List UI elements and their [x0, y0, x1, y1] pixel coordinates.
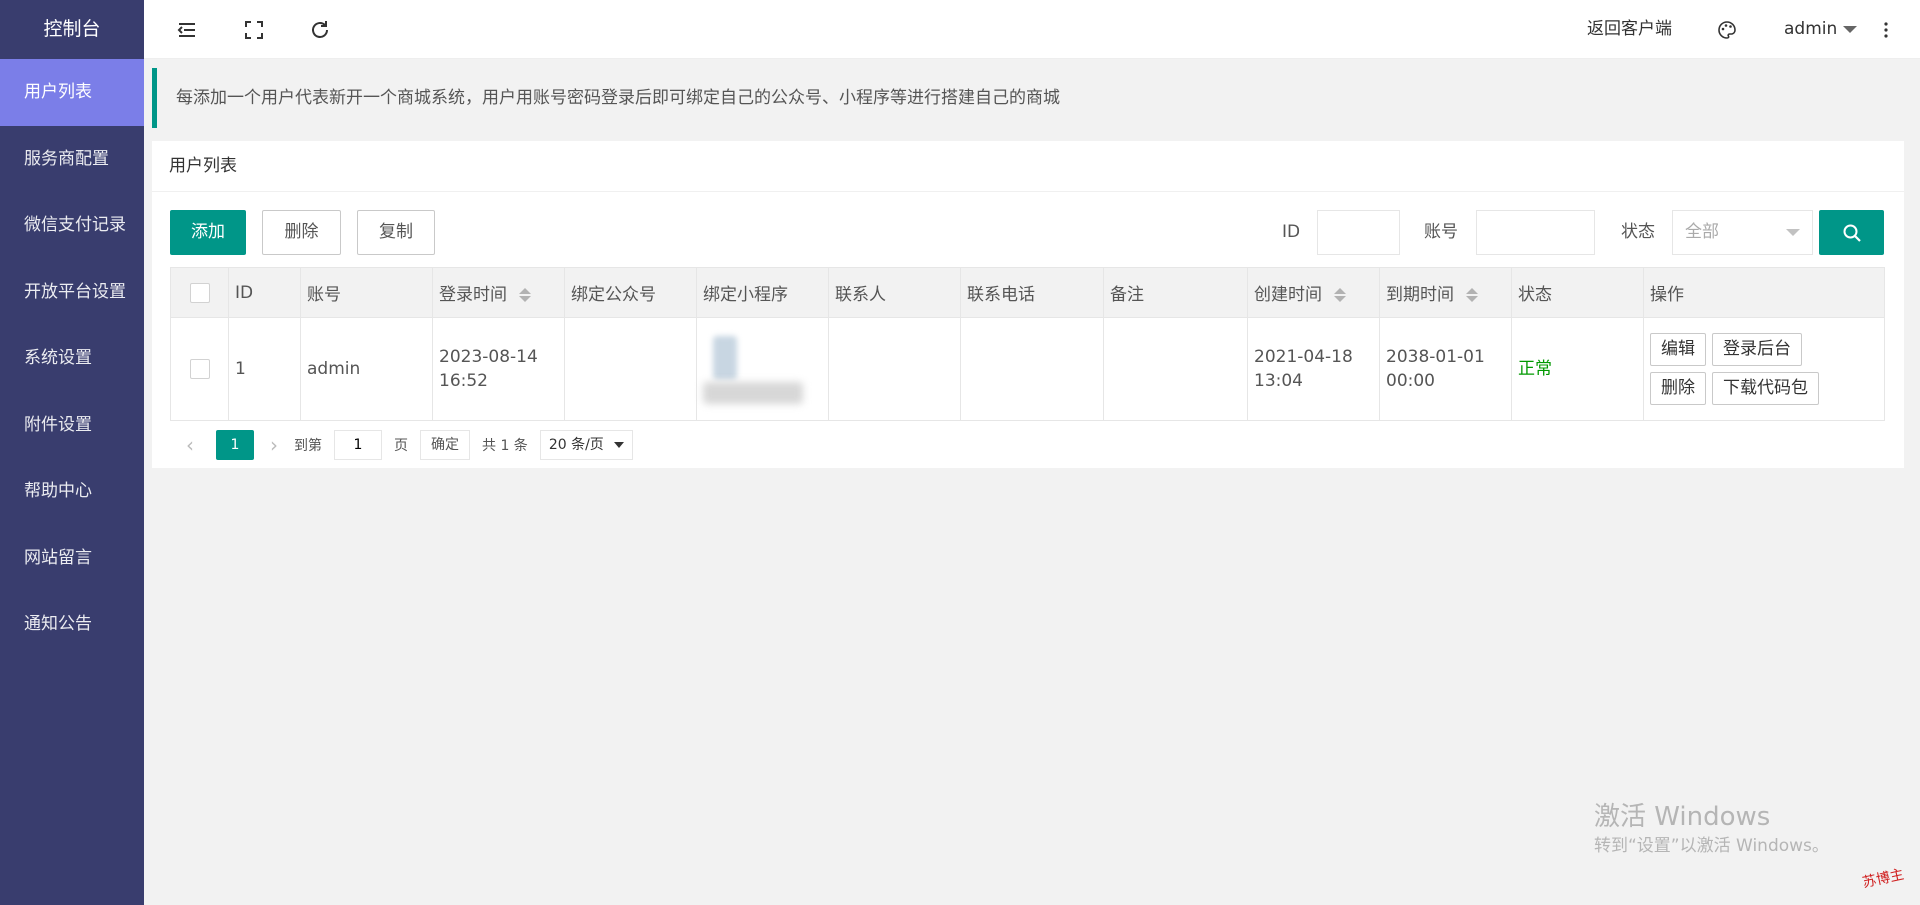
more-vertical-icon[interactable]	[1866, 0, 1906, 59]
cell-login-time: 2023-08-14 16:52	[432, 317, 565, 421]
sidebar-item-user-list[interactable]: 用户列表	[0, 59, 144, 126]
edit-button[interactable]: 编辑	[1650, 333, 1706, 366]
table-row: 1 admin 2023-08-14 16:52 2021-04-18 13:0…	[170, 317, 1885, 421]
author-stamp: 苏博主	[1861, 866, 1906, 892]
column-header: 联系电话	[960, 267, 1104, 318]
search-button[interactable]	[1819, 210, 1884, 255]
cell-id: 1	[228, 317, 301, 421]
filter-account-label: 账号	[1424, 222, 1458, 242]
fullscreen-icon[interactable]	[234, 0, 274, 59]
table-header-row: ID 账号 登录时间 绑定公众号 绑定小程序 联系人 联系电话 备注 创建时间 …	[170, 267, 1885, 318]
add-button[interactable]: 添加	[170, 210, 246, 255]
filter-status-value: 全部	[1685, 222, 1719, 242]
cell-status: 正常	[1511, 317, 1644, 421]
search-icon	[1843, 224, 1861, 242]
sidebar-item-site-messages[interactable]: 网站留言	[0, 525, 144, 592]
filter-id-label: ID	[1282, 222, 1301, 242]
sidebar-item-open-platform[interactable]: 开放平台设置	[0, 259, 144, 326]
cell-phone	[960, 317, 1104, 421]
sidebar-item-attachment-settings[interactable]: 附件设置	[0, 392, 144, 459]
filter-account-input[interactable]	[1476, 210, 1595, 255]
prev-page-icon[interactable]: ‹	[180, 433, 200, 457]
goto-page-input[interactable]	[334, 430, 382, 460]
column-header: 绑定公众号	[564, 267, 697, 318]
pagination: ‹ 1 › 到第 页 确定 共 1 条 20 条/页	[170, 425, 633, 465]
column-header: ID	[228, 267, 301, 318]
chevron-down-icon	[1843, 25, 1858, 33]
card-title: 用户列表	[152, 141, 1904, 192]
row-select-cell[interactable]	[170, 317, 229, 421]
refresh-icon[interactable]	[300, 0, 340, 59]
cell-remark	[1103, 317, 1248, 421]
cell-contact	[828, 317, 961, 421]
total-count: 共 1 条	[482, 438, 528, 454]
collapse-menu-icon[interactable]	[167, 0, 207, 59]
column-header: 状态	[1511, 267, 1644, 318]
sidebar-item-help-center[interactable]: 帮助中心	[0, 458, 144, 525]
status-badge: 正常	[1518, 359, 1552, 379]
column-header: 账号	[300, 267, 433, 318]
cell-account: admin	[300, 317, 433, 421]
column-header-label: 登录时间	[439, 285, 507, 305]
column-header-expire[interactable]: 到期时间	[1379, 267, 1512, 318]
chevron-down-icon	[613, 442, 624, 448]
sidebar-item-announcements[interactable]: 通知公告	[0, 591, 144, 658]
cell-actions: 编辑 登录后台 删除 下载代码包	[1643, 317, 1885, 421]
watermark-line1: 激活 Windows	[1594, 802, 1771, 832]
row-checkbox[interactable]	[189, 359, 210, 379]
mini-program-image	[703, 334, 803, 404]
sort-icon[interactable]	[1466, 287, 1478, 303]
cell-created: 2021-04-18 13:04	[1247, 317, 1380, 421]
copy-button[interactable]: 复制	[357, 210, 435, 255]
delete-button[interactable]: 删除	[262, 210, 341, 255]
windows-activation-watermark: 激活 Windows 转到“设置”以激活 Windows。	[1594, 800, 1829, 858]
chevron-down-icon	[1786, 229, 1800, 236]
goto-label: 到第	[294, 438, 322, 454]
theme-palette-icon[interactable]	[1707, 0, 1747, 59]
cell-official-account	[564, 317, 697, 421]
column-header-label: 到期时间	[1386, 285, 1454, 305]
sidebar-item-wechat-pay-records[interactable]: 微信支付记录	[0, 192, 144, 259]
back-to-client-link[interactable]: 返回客户端	[1587, 0, 1672, 59]
next-page-icon[interactable]: ›	[264, 433, 284, 457]
column-header: 操作	[1643, 267, 1885, 318]
header-select-all[interactable]	[170, 267, 229, 318]
page-size-value: 20 条/页	[548, 437, 604, 453]
user-table: ID 账号 登录时间 绑定公众号 绑定小程序 联系人 联系电话 备注 创建时间 …	[170, 267, 1885, 421]
info-tip: 每添加一个用户代表新开一个商城系统，用户用账号密码登录后即可绑定自己的公众号、小…	[152, 68, 1904, 128]
page-size-select[interactable]: 20 条/页	[539, 430, 633, 460]
select-all-checkbox[interactable]	[189, 282, 210, 303]
column-header: 备注	[1103, 267, 1248, 318]
user-name: admin	[1784, 19, 1838, 39]
app-logo[interactable]: 控制台	[0, 0, 144, 59]
column-header-created[interactable]: 创建时间	[1247, 267, 1380, 318]
sort-icon[interactable]	[519, 287, 531, 303]
column-header-label: 创建时间	[1254, 285, 1322, 305]
watermark-line2: 转到“设置”以激活 Windows。	[1594, 836, 1829, 856]
column-header: 绑定小程序	[696, 267, 829, 318]
goto-confirm-button[interactable]: 确定	[420, 430, 470, 460]
user-menu[interactable]: admin	[1784, 0, 1858, 59]
sidebar-item-provider-config[interactable]: 服务商配置	[0, 126, 144, 193]
filter-status-label: 状态	[1621, 222, 1655, 242]
page-unit-label: 页	[394, 438, 408, 454]
sidebar: 控制台 用户列表 服务商配置 微信支付记录 开放平台设置 系统设置 附件设置 帮…	[0, 0, 144, 905]
cell-mini-program	[696, 317, 829, 421]
column-header: 联系人	[828, 267, 961, 318]
sidebar-item-system-settings[interactable]: 系统设置	[0, 325, 144, 392]
login-backend-button[interactable]: 登录后台	[1712, 333, 1802, 366]
column-header-login-time[interactable]: 登录时间	[432, 267, 565, 318]
filter-id-input[interactable]	[1317, 210, 1400, 255]
cell-expire: 2038-01-01 00:00	[1379, 317, 1512, 421]
sort-icon[interactable]	[1334, 287, 1346, 303]
download-code-button[interactable]: 下载代码包	[1712, 372, 1819, 405]
row-delete-button[interactable]: 删除	[1650, 372, 1706, 405]
filter-status-select[interactable]: 全部	[1672, 210, 1813, 255]
page-current[interactable]: 1	[216, 430, 254, 460]
top-header: 返回客户端 admin	[144, 0, 1920, 59]
